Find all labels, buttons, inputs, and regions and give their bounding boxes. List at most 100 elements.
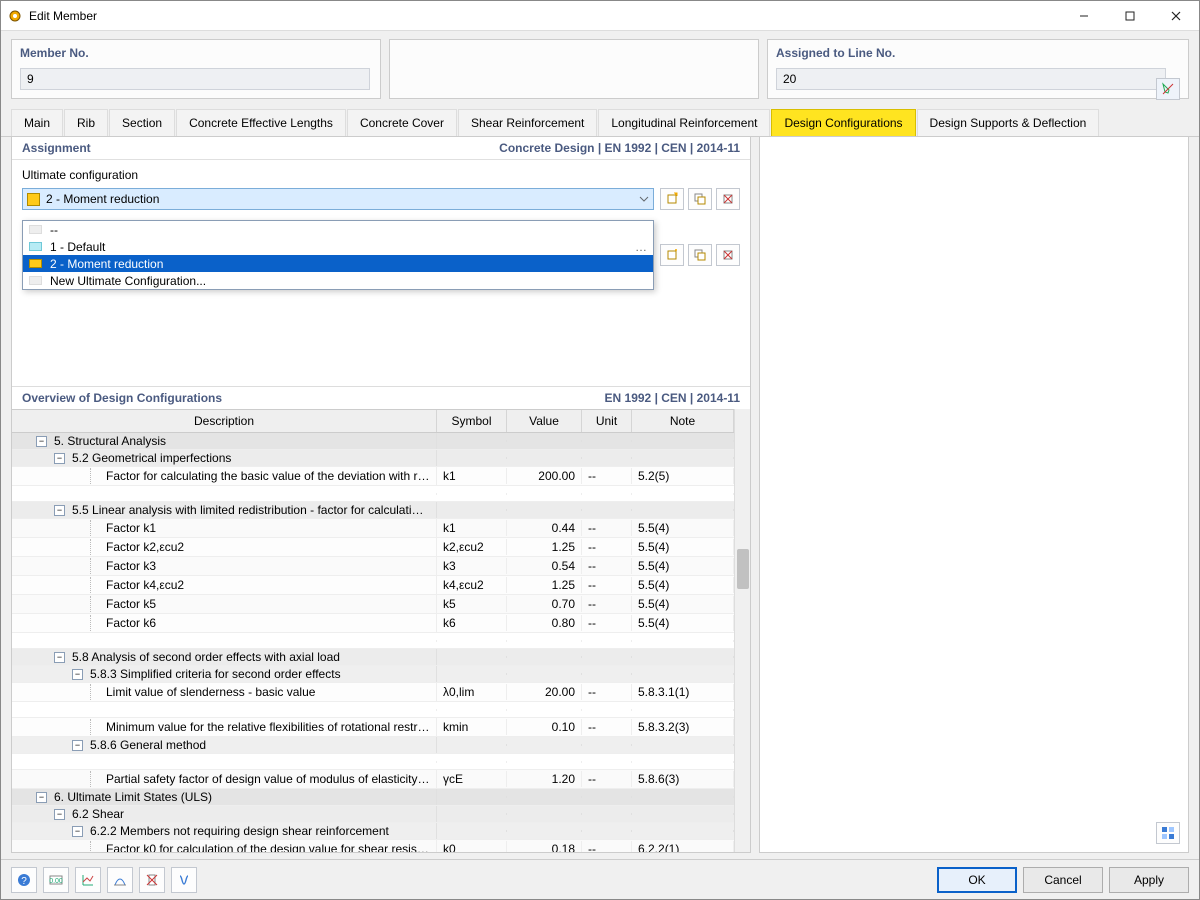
- cell-unit: --: [582, 841, 632, 852]
- expander-icon[interactable]: [54, 453, 65, 464]
- tree-group[interactable]: 6.2 Shear: [12, 806, 734, 823]
- cell-note: [632, 440, 734, 442]
- delete-config-button[interactable]: [716, 188, 740, 210]
- close-button[interactable]: [1153, 1, 1199, 31]
- delete-config-2-button[interactable]: [716, 244, 740, 266]
- expander-icon[interactable]: [36, 792, 47, 803]
- expander-icon[interactable]: [72, 669, 83, 680]
- cell-description: 5.8.3 Simplified criteria for second ord…: [12, 666, 437, 682]
- cell-description: Factor k3: [12, 557, 437, 575]
- copy-config-2-button[interactable]: [688, 244, 712, 266]
- header-row: Member No. Assigned to Line No.: [1, 31, 1199, 105]
- copy-config-button[interactable]: [688, 188, 712, 210]
- chevron-down-icon: [639, 194, 649, 204]
- expander-icon[interactable]: [54, 809, 65, 820]
- assignment-meta: Concrete Design | EN 1992 | CEN | 2014-1…: [499, 141, 740, 155]
- tab-design-supports-deflection[interactable]: Design Supports & Deflection: [917, 109, 1100, 136]
- cell-unit: --: [582, 558, 632, 574]
- tree-group[interactable]: 5. Structural Analysis: [12, 433, 734, 450]
- cell-description: Factor k0 for calculation of the design …: [12, 840, 437, 852]
- scrollbar-thumb[interactable]: [737, 549, 749, 589]
- tab-shear-reinforcement[interactable]: Shear Reinforcement: [458, 109, 597, 136]
- cancel-button[interactable]: Cancel: [1023, 867, 1103, 893]
- tree-leaf[interactable]: Partial safety factor of design value of…: [12, 770, 734, 789]
- tree-group[interactable]: 6. Ultimate Limit States (ULS): [12, 789, 734, 806]
- dropdown-item-moment-reduction[interactable]: 2 - Moment reduction: [23, 255, 653, 272]
- tree-leaf[interactable]: Factor k0 for calculation of the design …: [12, 840, 734, 852]
- tree-leaf[interactable]: Factor k5k50.70--5.5(4): [12, 595, 734, 614]
- cell-val: 1.20: [507, 771, 582, 787]
- tab-section[interactable]: Section: [109, 109, 175, 136]
- scrollbar[interactable]: [734, 409, 750, 852]
- tree-leaf[interactable]: Factor k6k60.80--5.5(4): [12, 614, 734, 633]
- left-pane: Assignment Concrete Design | EN 1992 | C…: [11, 137, 751, 853]
- column-header: Description Symbol Value Unit Note: [12, 410, 734, 433]
- cell-note: 5.8.3.1(1): [632, 684, 734, 700]
- cell-unit: --: [582, 596, 632, 612]
- member-no-input[interactable]: [20, 68, 370, 90]
- view-options-button[interactable]: [1156, 822, 1180, 844]
- ok-button[interactable]: OK: [937, 867, 1017, 893]
- tree-leaf[interactable]: Limit value of slenderness - basic value…: [12, 683, 734, 702]
- cell-val: [507, 457, 582, 459]
- expander-icon[interactable]: [54, 505, 65, 516]
- cell-sym: kmin: [437, 719, 507, 735]
- units-button[interactable]: 0.00: [43, 867, 69, 893]
- apply-button[interactable]: Apply: [1109, 867, 1189, 893]
- tab-main[interactable]: Main: [11, 109, 63, 136]
- tab-concrete-cover[interactable]: Concrete Cover: [347, 109, 457, 136]
- new-icon: [665, 192, 679, 206]
- tree-leaf[interactable]: Factor for calculating the basic value o…: [12, 467, 734, 486]
- maximize-button[interactable]: [1107, 1, 1153, 31]
- dropdown-item-new-config[interactable]: New Ultimate Configuration...: [23, 272, 653, 289]
- options-icon: [1160, 825, 1176, 841]
- pick-icon: [1161, 82, 1175, 96]
- row-label: 5.2 Geometrical imperfections: [72, 451, 231, 465]
- tree-group[interactable]: 5.8.6 General method: [12, 737, 734, 754]
- tree-group[interactable]: 5.8 Analysis of second order effects wit…: [12, 649, 734, 666]
- new-config-button[interactable]: [660, 188, 684, 210]
- overview-panel: Overview of Design Configurations EN 199…: [12, 386, 750, 852]
- expander-icon[interactable]: [36, 436, 47, 447]
- cell-note: [632, 656, 734, 658]
- expander-icon[interactable]: [72, 826, 83, 837]
- dropdown-item-none[interactable]: --: [23, 221, 653, 238]
- expander-icon[interactable]: [72, 740, 83, 751]
- tree-leaf[interactable]: Factor k4,εcu2k4,εcu21.25--5.5(4): [12, 576, 734, 595]
- dropdown-item-default[interactable]: 1 - Default …: [23, 238, 653, 255]
- tree-group[interactable]: 6.2.2 Members not requiring design shear…: [12, 823, 734, 840]
- delete-icon: [721, 192, 735, 206]
- new-config-2-button[interactable]: [660, 244, 684, 266]
- pick-line-button[interactable]: [1156, 78, 1180, 100]
- graphic-button[interactable]: [75, 867, 101, 893]
- tree-leaf[interactable]: Factor k3k30.54--5.5(4): [12, 557, 734, 576]
- tree-leaf[interactable]: Factor k2,εcu2k2,εcu21.25--5.5(4): [12, 538, 734, 557]
- tree-leaf[interactable]: Factor k1k10.44--5.5(4): [12, 519, 734, 538]
- expander-icon[interactable]: [54, 652, 65, 663]
- tree-group[interactable]: 5.8.3 Simplified criteria for second ord…: [12, 666, 734, 683]
- ultimate-combo-value: 2 - Moment reduction: [46, 192, 159, 206]
- assigned-line-input[interactable]: [776, 68, 1166, 90]
- tab-rib[interactable]: Rib: [64, 109, 108, 136]
- cell-unit: [582, 744, 632, 746]
- cell-note: 6.2.2(1): [632, 841, 734, 852]
- tab-design-configurations[interactable]: Design Configurations: [771, 109, 915, 136]
- cell-description: Factor k1: [12, 519, 437, 537]
- overview-grid[interactable]: Description Symbol Value Unit Note 5. St…: [12, 409, 734, 852]
- tab-longitudinal-reinforcement[interactable]: Longitudinal Reinforcement: [598, 109, 770, 136]
- help-button[interactable]: ?: [11, 867, 37, 893]
- tree-leaf[interactable]: Minimum value for the relative flexibili…: [12, 718, 734, 737]
- swatch-icon: [29, 242, 42, 251]
- minimize-button[interactable]: [1061, 1, 1107, 31]
- cell-sym: k4,εcu2: [437, 577, 507, 593]
- cell-sym: [437, 744, 507, 746]
- cell-description: Factor k6: [12, 614, 437, 632]
- ultimate-combo[interactable]: 2 - Moment reduction: [22, 188, 654, 210]
- tree-group[interactable]: 5.2 Geometrical imperfections: [12, 450, 734, 467]
- script-button[interactable]: [171, 867, 197, 893]
- cell-sym: k1: [437, 520, 507, 536]
- calc-button[interactable]: [107, 867, 133, 893]
- tab-concrete-effective-lengths[interactable]: Concrete Effective Lengths: [176, 109, 346, 136]
- tree-group[interactable]: 5.5 Linear analysis with limited redistr…: [12, 502, 734, 519]
- reset-button[interactable]: [139, 867, 165, 893]
